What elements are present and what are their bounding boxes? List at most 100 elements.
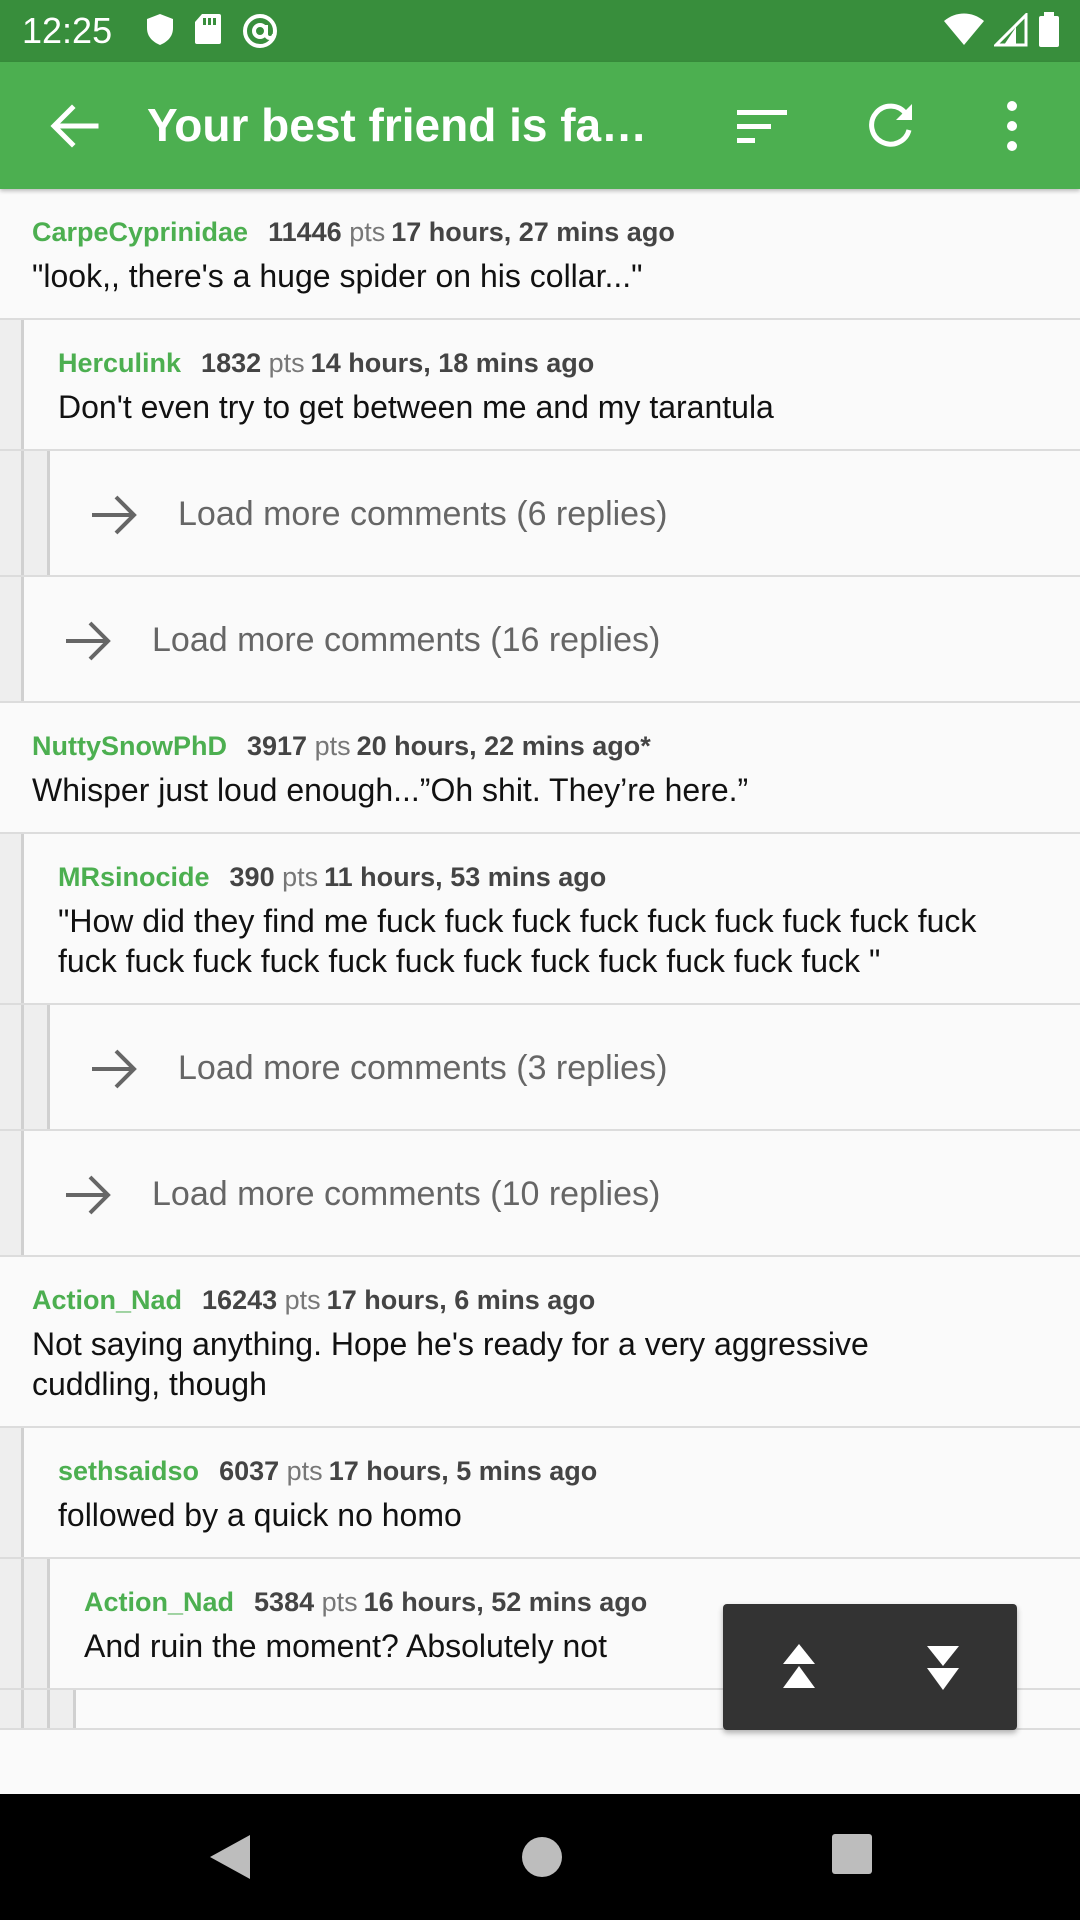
comment-author[interactable]: Herculink bbox=[58, 348, 181, 378]
shield-icon bbox=[147, 14, 173, 45]
nav-home-icon[interactable] bbox=[516, 1831, 568, 1883]
comment-navigator bbox=[723, 1604, 1017, 1730]
comment-meta: MRsinocide 390 pts 11 hours, 53 mins ago bbox=[58, 834, 1040, 893]
depth-line bbox=[21, 1690, 24, 1728]
depth-line bbox=[47, 1005, 50, 1129]
pts-label: pts bbox=[349, 217, 386, 247]
comment-meta: Herculink 1832 pts 14 hours, 18 mins ago bbox=[58, 320, 1060, 379]
comment-body: "How did they find me fuck fuck fuck fuc… bbox=[58, 903, 977, 979]
depth-line bbox=[21, 1428, 24, 1557]
refresh-icon[interactable] bbox=[862, 98, 918, 154]
comment-time: 11 hours, 53 mins ago bbox=[324, 862, 607, 892]
depth-line bbox=[21, 320, 24, 449]
pts-label: pts bbox=[282, 862, 319, 892]
comment-body: "look,, there's a huge spider on his col… bbox=[32, 258, 643, 294]
arrow-right-icon bbox=[66, 621, 111, 661]
status-icons-left bbox=[145, 12, 279, 50]
comment[interactable]: sethsaidso 6037 pts 17 hours, 5 mins ago f… bbox=[0, 1428, 1080, 1559]
battery-icon bbox=[1039, 12, 1059, 47]
nav-back-icon[interactable] bbox=[204, 1831, 254, 1883]
comment[interactable]: NuttySnowPhD 3917 pts 20 hours, 22 mins ag… bbox=[0, 703, 1080, 834]
scroll-up-icon[interactable] bbox=[779, 1642, 819, 1692]
comment-score: 390 bbox=[229, 862, 275, 892]
at-sign-icon bbox=[243, 14, 277, 48]
load-more-comments[interactable]: Load more comments (3 replies) bbox=[0, 1005, 1080, 1131]
comment-author[interactable]: MRsinocide bbox=[58, 862, 210, 892]
depth-indicator bbox=[0, 451, 48, 575]
comment-body: Don't even try to get between me and my … bbox=[58, 389, 774, 425]
comment-body: Whisper just loud enough...”Oh shit. The… bbox=[32, 772, 749, 808]
comment-author[interactable]: Action_Nad bbox=[32, 1285, 182, 1315]
sd-card-icon bbox=[195, 14, 221, 44]
depth-indicator bbox=[0, 1005, 48, 1129]
comment-time: 17 hours, 5 mins ago bbox=[328, 1456, 598, 1486]
load-more-label: Load more comments (10 replies) bbox=[152, 1175, 661, 1213]
depth-line bbox=[21, 834, 24, 1003]
pts-label: pts bbox=[284, 1285, 321, 1315]
comment-time: 17 hours, 27 mins ago bbox=[391, 217, 675, 247]
comment-score: 3917 bbox=[247, 731, 308, 761]
comment[interactable]: Action_Nad 16243 pts 17 hours, 6 mins ago … bbox=[0, 1257, 1080, 1428]
comment-meta: sethsaidso 6037 pts 17 hours, 5 mins ago bbox=[58, 1428, 1060, 1487]
load-more-label: Load more comments (3 replies) bbox=[178, 1049, 668, 1087]
comment-score: 16243 bbox=[202, 1285, 278, 1315]
comment-author[interactable]: Action_Nad bbox=[84, 1587, 234, 1617]
depth-indicator bbox=[0, 1690, 74, 1728]
comment-time: 20 hours, 22 mins ago* bbox=[356, 731, 651, 761]
comment-meta: NuttySnowPhD 3917 pts 20 hours, 22 mins ag… bbox=[32, 703, 1060, 762]
depth-line bbox=[21, 1131, 24, 1255]
depth-line bbox=[73, 1690, 76, 1728]
comment-score: 1832 bbox=[201, 348, 262, 378]
pts-label: pts bbox=[314, 731, 351, 761]
comment-author[interactable]: NuttySnowPhD bbox=[32, 731, 227, 761]
comment-author[interactable]: sethsaidso bbox=[58, 1456, 199, 1486]
depth-line bbox=[21, 577, 24, 701]
comment-score: 5384 bbox=[254, 1587, 315, 1617]
comment-score: 11446 bbox=[268, 217, 342, 247]
depth-line bbox=[47, 1559, 50, 1688]
pts-label: pts bbox=[268, 348, 305, 378]
pts-label: pts bbox=[286, 1456, 323, 1486]
depth-line bbox=[47, 451, 50, 575]
comment-score: 6037 bbox=[219, 1456, 280, 1486]
comment-body: followed by a quick no homo bbox=[58, 1497, 462, 1533]
depth-line bbox=[21, 1559, 24, 1688]
arrow-right-icon bbox=[92, 1049, 137, 1089]
comment-meta: Action_Nad 16243 pts 17 hours, 6 mins ago bbox=[32, 1257, 1000, 1316]
depth-line bbox=[21, 451, 24, 575]
status-icons-right bbox=[944, 12, 1060, 48]
sort-icon[interactable] bbox=[735, 102, 791, 152]
comment-author[interactable]: CarpeCyprinidae bbox=[32, 217, 248, 247]
comment-meta: CarpeCyprinidae 11446 pts 17 hours, 27 min… bbox=[32, 189, 1060, 248]
nav-recents-icon[interactable] bbox=[830, 1832, 874, 1876]
arrow-right-icon bbox=[66, 1175, 111, 1215]
comment-time: 14 hours, 18 mins ago bbox=[310, 348, 595, 378]
page-title: Your best friend is faki… bbox=[147, 99, 667, 151]
wifi-icon bbox=[944, 13, 984, 45]
back-arrow-icon[interactable] bbox=[46, 98, 102, 154]
load-more-label: Load more comments (16 replies) bbox=[152, 621, 661, 659]
depth-line bbox=[21, 1005, 24, 1129]
load-more-label: Load more comments (6 replies) bbox=[178, 495, 668, 533]
comment[interactable]: Herculink 1832 pts 14 hours, 18 mins ago D… bbox=[0, 320, 1080, 451]
arrow-right-icon bbox=[92, 495, 137, 535]
status-bar: 12:25 bbox=[0, 0, 1080, 62]
load-more-comments[interactable]: Load more comments (6 replies) bbox=[0, 451, 1080, 577]
comment-body: Not saying anything. Hope he's ready for… bbox=[32, 1326, 869, 1402]
depth-line bbox=[47, 1690, 50, 1728]
system-nav-bar bbox=[0, 1794, 1080, 1920]
status-time: 12:25 bbox=[22, 10, 113, 51]
load-more-comments[interactable]: Load more comments (10 replies) bbox=[0, 1131, 1080, 1257]
comment-time: 17 hours, 6 mins ago bbox=[326, 1285, 596, 1315]
comment[interactable]: MRsinocide 390 pts 11 hours, 53 mins ago "… bbox=[0, 834, 1080, 1005]
comment-time: 16 hours, 52 mins ago bbox=[363, 1587, 648, 1617]
app-bar: Your best friend is faki… bbox=[0, 62, 1080, 189]
pts-label: pts bbox=[321, 1587, 358, 1617]
signal-icon bbox=[994, 13, 1028, 47]
scroll-down-icon[interactable] bbox=[923, 1642, 963, 1692]
load-more-comments[interactable]: Load more comments (16 replies) bbox=[0, 577, 1080, 703]
comment-list[interactable]: CarpeCyprinidae 11446 pts 17 hours, 27 min… bbox=[0, 189, 1080, 1794]
comment[interactable]: CarpeCyprinidae 11446 pts 17 hours, 27 min… bbox=[0, 189, 1080, 320]
depth-indicator bbox=[0, 1559, 48, 1688]
overflow-menu-icon[interactable] bbox=[990, 98, 1034, 154]
